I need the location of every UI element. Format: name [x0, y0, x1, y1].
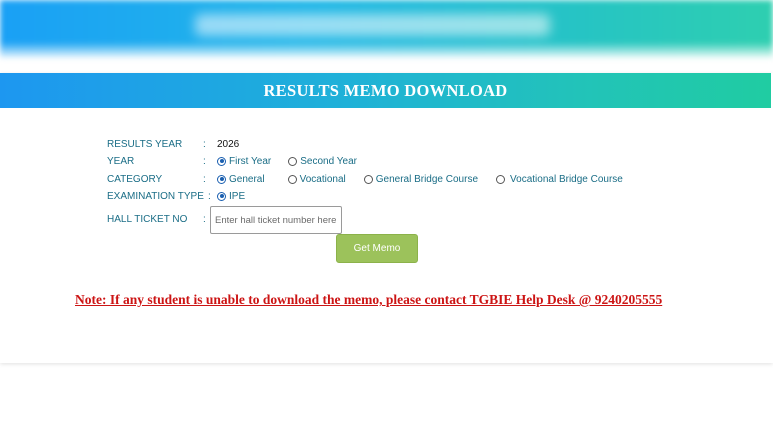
category-vocational-bridge-radio[interactable]: Vocational Bridge Course — [496, 174, 623, 185]
category-label: CATEGORY — [107, 173, 163, 185]
radio-selected-icon[interactable] — [217, 156, 226, 166]
year-first-year-radio[interactable]: First Year — [217, 156, 271, 167]
year-label: YEAR — [107, 155, 135, 167]
radio-unselected-icon[interactable] — [496, 174, 506, 184]
hall-ticket-row: HALL TICKET NO : — [107, 213, 206, 225]
get-memo-button[interactable]: Get Memo — [336, 234, 418, 263]
panel-title: RESULTS MEMO DOWNLOAD — [0, 73, 771, 108]
exam-type-label: EXAMINATION TYPE — [107, 190, 204, 202]
category-row: CATEGORY : General Vocational General Br… — [107, 173, 623, 185]
hall-ticket-input[interactable] — [210, 206, 342, 234]
radio-unselected-icon[interactable] — [287, 174, 297, 184]
results-year-label: RESULTS YEAR — [107, 138, 183, 150]
radio-selected-icon[interactable] — [217, 191, 226, 201]
help-desk-note: Note: If any student is unable to downlo… — [75, 292, 663, 307]
category-general-bridge-radio[interactable]: General Bridge Course — [363, 174, 478, 185]
exam-type-row: EXAMINATION TYPE : IPE — [107, 190, 246, 202]
results-year-row: RESULTS YEAR : 2026 — [107, 138, 240, 150]
year-row: YEAR : First Year Second Year — [107, 155, 357, 167]
radio-selected-icon[interactable] — [217, 174, 226, 184]
results-memo-panel: RESULTS MEMO DOWNLOAD RESULTS YEAR : 202… — [0, 73, 773, 363]
blurred-top-banner — [0, 0, 773, 58]
exam-type-ipe-radio[interactable]: IPE — [217, 191, 245, 202]
blurred-banner-title — [195, 14, 550, 36]
results-year-value: 2026 — [217, 138, 240, 150]
radio-unselected-icon[interactable] — [363, 174, 373, 184]
hall-ticket-label: HALL TICKET NO — [107, 213, 188, 225]
radio-unselected-icon[interactable] — [288, 156, 298, 166]
category-general-radio[interactable]: General — [217, 174, 265, 185]
category-vocational-radio[interactable]: Vocational — [287, 174, 346, 185]
year-second-year-radio[interactable]: Second Year — [288, 156, 357, 167]
